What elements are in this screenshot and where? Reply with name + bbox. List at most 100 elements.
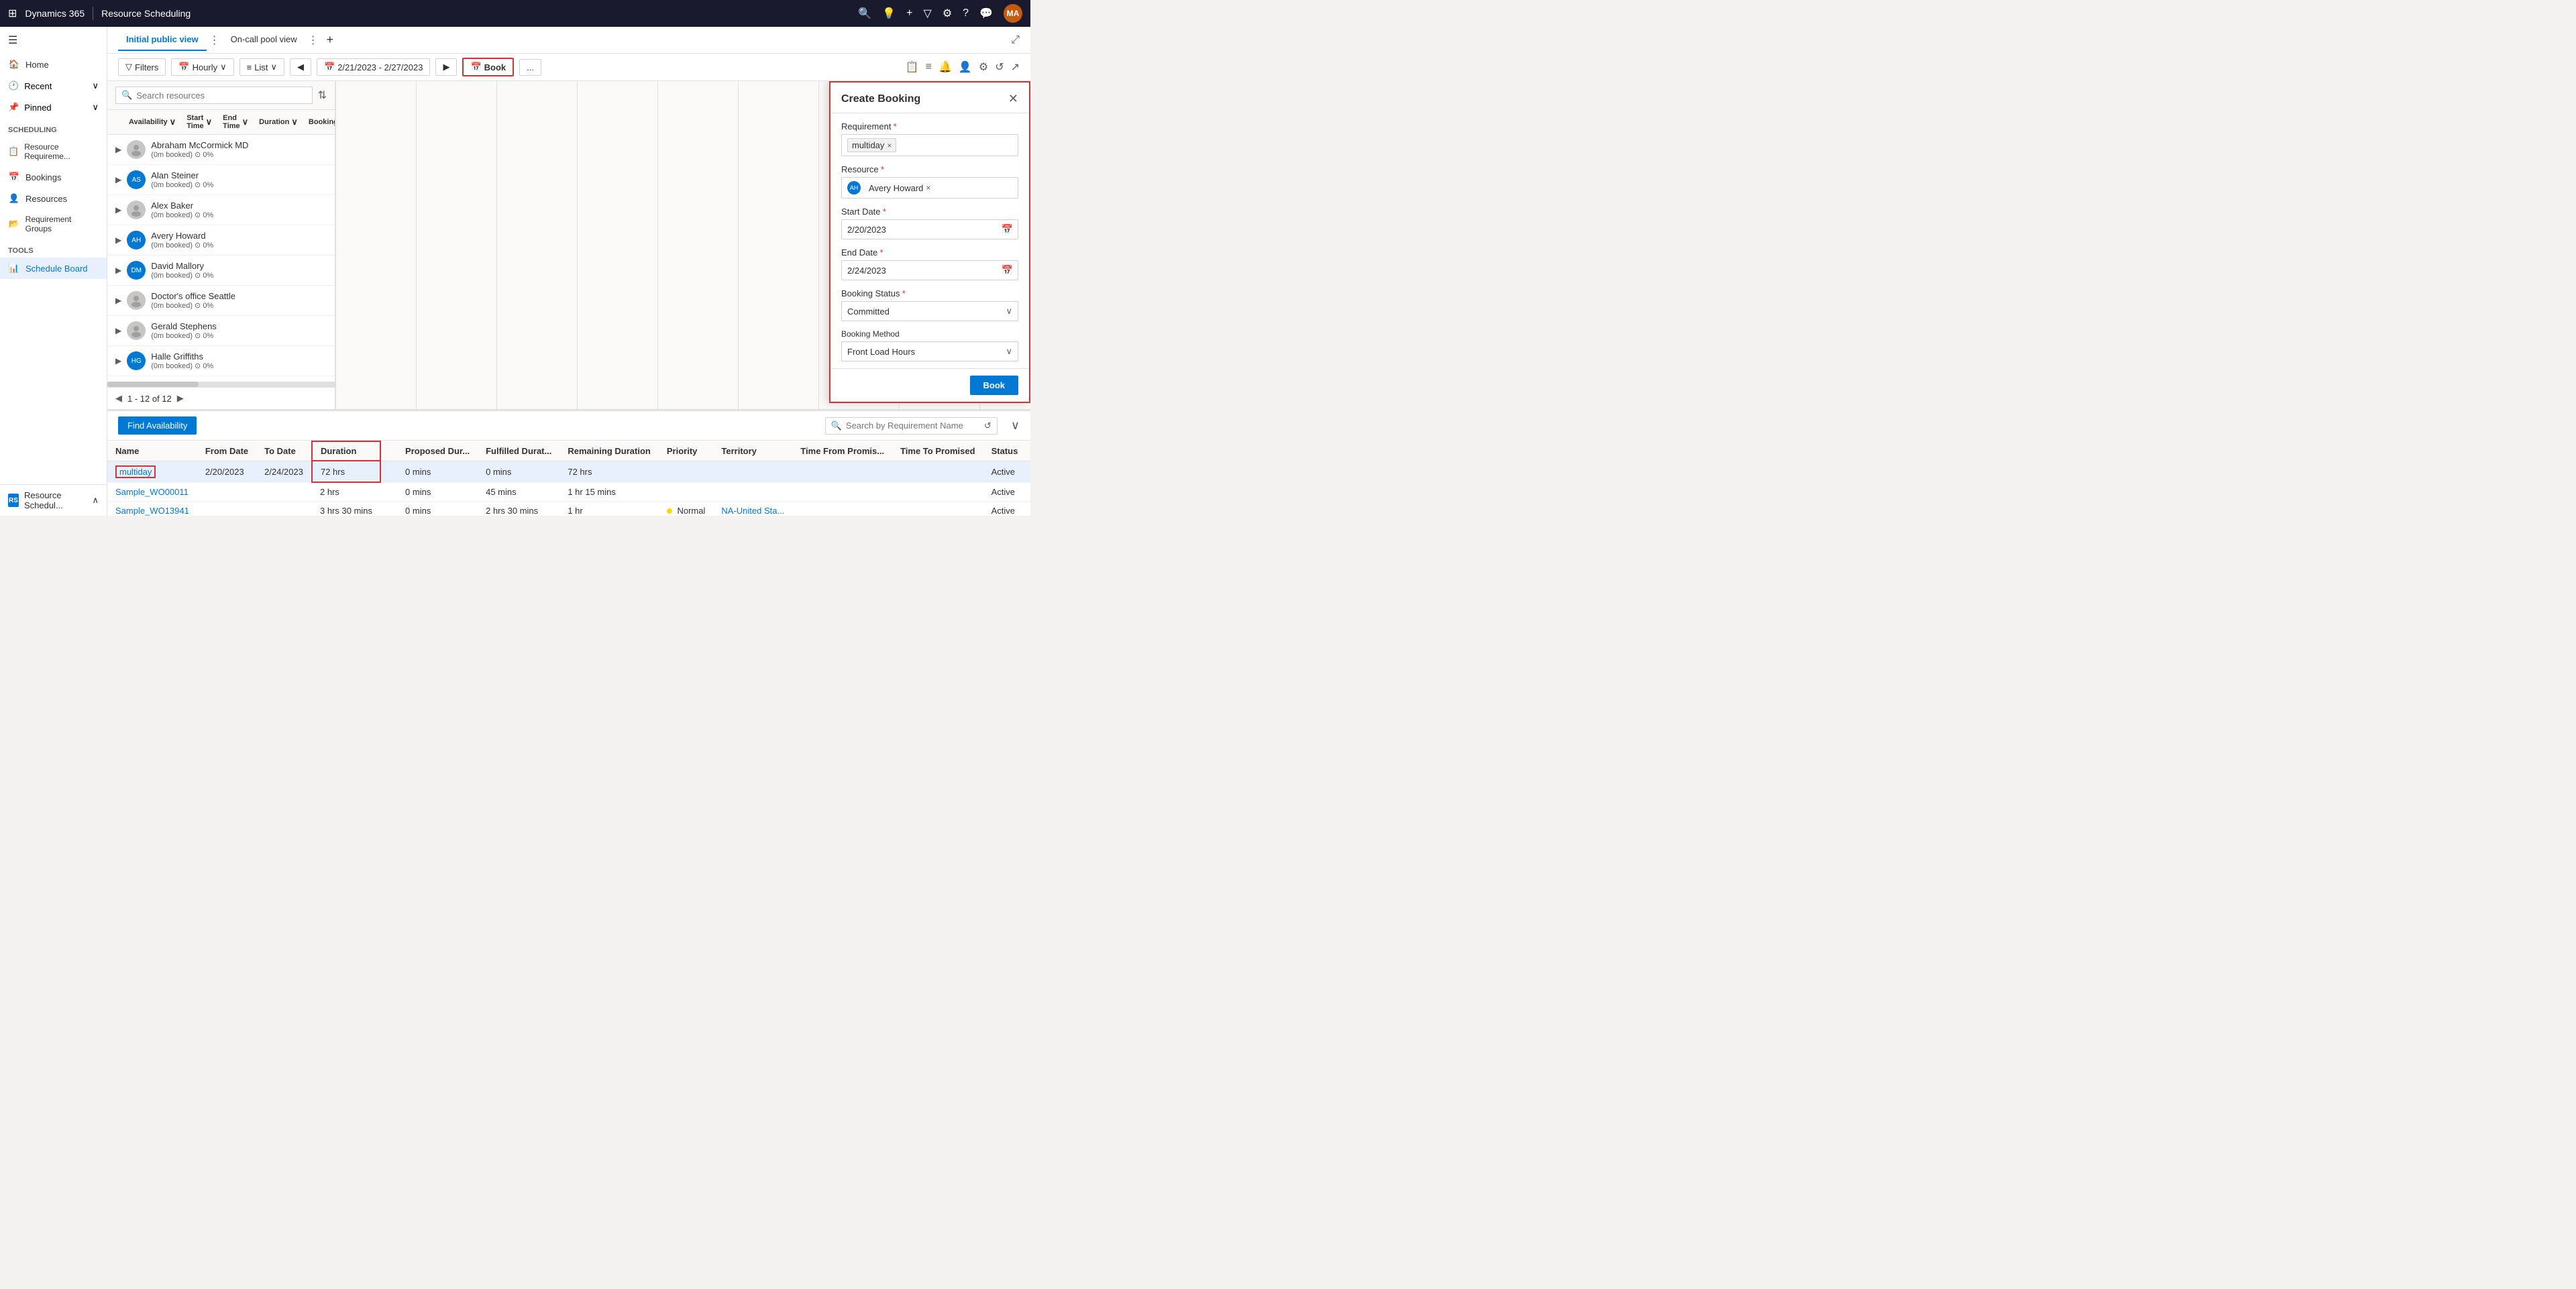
th-priority[interactable]: Priority xyxy=(659,441,714,461)
resource-input[interactable]: AH Avery Howard × xyxy=(841,177,1018,199)
requirement-input[interactable]: multiday × xyxy=(841,134,1018,156)
search-resources-input[interactable] xyxy=(136,91,306,101)
th-from-date[interactable]: From Date xyxy=(197,441,256,461)
requirement-search-input[interactable] xyxy=(846,421,980,431)
horizontal-scrollbar[interactable] xyxy=(107,382,335,387)
resource-row[interactable]: ▶ DM David Mallory (0m booked) ⊙ 0% xyxy=(107,256,335,286)
toolbar-list-icon[interactable]: ≡ xyxy=(926,61,932,73)
expand-icon[interactable]: ▶ xyxy=(115,326,121,335)
toolbar-view-icon[interactable]: 📋 xyxy=(906,60,919,74)
prev-date-button[interactable]: ◀ xyxy=(290,58,311,76)
th-proposed-dur[interactable]: Proposed Dur... xyxy=(397,441,478,461)
th-fulfilled-dur[interactable]: Fulfilled Durat... xyxy=(478,441,559,461)
waffle-icon[interactable]: ⊞ xyxy=(8,7,17,20)
fullscreen-icon[interactable]: ⤢ xyxy=(1011,34,1020,46)
toolbar-user-icon[interactable]: 👤 xyxy=(959,60,972,74)
lightbulb-icon[interactable]: 💡 xyxy=(882,7,896,20)
requirement-link-3[interactable]: Sample_WO13941 xyxy=(115,506,189,516)
col-header-booking[interactable]: Booking ∨ xyxy=(303,114,335,130)
footer-chevron[interactable]: ∧ xyxy=(92,495,99,506)
sidebar-hamburger[interactable]: ☰ xyxy=(0,27,107,54)
panel-close-button[interactable]: ✕ xyxy=(1008,92,1018,106)
booking-method-select[interactable]: Front Load Hours ∨ xyxy=(841,341,1018,361)
add-nav-icon[interactable]: + xyxy=(906,7,912,19)
th-territory[interactable]: Territory xyxy=(713,441,792,461)
book-button[interactable]: 📅 Book xyxy=(462,58,514,76)
resource-row[interactable]: ▶ HG Halle Griffiths (0m booked) ⊙ 0% xyxy=(107,346,335,376)
territory-link-3[interactable]: NA-United Sta... xyxy=(721,506,784,516)
tab-options-icon[interactable]: ⋮ xyxy=(209,34,220,47)
chat-icon[interactable]: 💬 xyxy=(979,7,993,20)
requirement-link-2[interactable]: Sample_WO00011 xyxy=(115,487,189,497)
expand-icon[interactable]: ▶ xyxy=(115,266,121,275)
requirement-link-1[interactable]: multiday xyxy=(115,465,156,478)
next-date-button[interactable]: ▶ xyxy=(435,58,457,76)
search-refresh-icon[interactable]: ↺ xyxy=(984,421,991,431)
toolbar-expand-icon[interactable]: ↗ xyxy=(1011,60,1020,74)
table-row[interactable]: Sample_WO13941 3 hrs 30 mins 0 mins 2 hr… xyxy=(107,502,1030,516)
resource-row[interactable]: ▶ Doctor's office Seattle (0m booked) ⊙ … xyxy=(107,286,335,316)
expand-icon[interactable]: ▶ xyxy=(115,175,121,184)
search-nav-icon[interactable]: 🔍 xyxy=(858,7,871,20)
resource-row[interactable]: ▶ Abraham McCormick MD (0m booked) ⊙ 0% xyxy=(107,135,335,165)
resource-tag-close[interactable]: × xyxy=(926,183,930,192)
sidebar-item-pinned[interactable]: 📌 Pinned ∨ xyxy=(0,97,107,118)
sidebar-item-recent[interactable]: 🕐 Recent ∨ xyxy=(0,75,107,97)
end-date-input[interactable]: 2/24/2023 xyxy=(841,260,1018,280)
date-range-button[interactable]: 📅 2/21/2023 - 2/27/2023 xyxy=(317,58,430,76)
th-created-on[interactable]: Created On xyxy=(1026,441,1030,461)
next-page-button[interactable]: ▶ xyxy=(177,393,184,404)
filters-button[interactable]: ▽ Filters xyxy=(118,58,166,76)
resource-row[interactable]: ▶ AH Avery Howard (0m booked) ⊙ 0% xyxy=(107,225,335,256)
toolbar-notification-icon[interactable]: 🔔 xyxy=(938,60,952,74)
start-date-input[interactable]: 2/20/2023 xyxy=(841,219,1018,239)
sort-icon[interactable]: ⇅ xyxy=(318,89,327,102)
expand-icon[interactable]: ▶ xyxy=(115,235,121,245)
col-header-duration[interactable]: Duration ∨ xyxy=(254,114,303,130)
user-avatar[interactable]: MA xyxy=(1004,4,1022,23)
th-remaining-dur[interactable]: Remaining Duration xyxy=(559,441,659,461)
th-time-to[interactable]: Time To Promised xyxy=(892,441,983,461)
sidebar-item-home[interactable]: 🏠 Home xyxy=(0,54,107,75)
sidebar-item-resources[interactable]: 👤 Resources xyxy=(0,188,107,209)
tab-on-call-options-icon[interactable]: ⋮ xyxy=(308,34,319,47)
requirement-tag-close[interactable]: × xyxy=(887,141,892,150)
find-availability-button[interactable]: Find Availability xyxy=(118,416,197,435)
col-header-availability[interactable]: Availability ∨ xyxy=(123,114,181,130)
tab-on-call-pool-view[interactable]: On-call pool view xyxy=(223,29,305,51)
tab-initial-public-view[interactable]: Initial public view xyxy=(118,29,207,51)
expand-icon[interactable]: ▶ xyxy=(115,145,121,154)
list-button[interactable]: ≡ List ∨ xyxy=(239,58,284,76)
th-name[interactable]: Name xyxy=(107,441,197,461)
toolbar-settings-icon[interactable]: ⚙ xyxy=(979,60,988,74)
filter-nav-icon[interactable]: ▽ xyxy=(924,7,932,20)
expand-icon[interactable]: ▶ xyxy=(115,356,121,366)
expand-icon[interactable]: ▶ xyxy=(115,296,121,305)
col-header-end-time[interactable]: End Time ∨ xyxy=(217,114,254,130)
th-duration[interactable]: Duration xyxy=(312,441,380,461)
th-to-date[interactable]: To Date xyxy=(256,441,312,461)
book-submit-button[interactable]: Book xyxy=(970,376,1019,395)
sidebar-item-schedule-board[interactable]: 📊 Schedule Board xyxy=(0,258,107,279)
table-row[interactable]: Sample_WO00011 2 hrs 0 mins 45 mins 1 hr… xyxy=(107,482,1030,502)
resource-row[interactable]: ▶ AS Alan Steiner (0m booked) ⊙ 0% xyxy=(107,165,335,195)
start-date-calendar-icon[interactable]: 📅 xyxy=(1002,224,1013,235)
help-icon[interactable]: ? xyxy=(963,7,969,19)
add-tab-icon[interactable]: + xyxy=(321,33,339,47)
hourly-button[interactable]: 📅 Hourly ∨ xyxy=(171,58,233,76)
end-date-calendar-icon[interactable]: 📅 xyxy=(1002,265,1013,276)
resource-row[interactable]: ▶ Alex Baker (0m booked) ⊙ 0% xyxy=(107,195,335,225)
resource-row[interactable]: ▶ Jeremy Johnson (0m booked) ⊙ 0% xyxy=(107,376,335,382)
more-options-button[interactable]: ... xyxy=(519,59,541,76)
resource-search-box[interactable]: 🔍 xyxy=(115,87,313,104)
col-header-start-time[interactable]: Start Time ∨ xyxy=(181,114,217,130)
sidebar-item-requirement-groups[interactable]: 📂 Requirement Groups xyxy=(0,209,107,239)
sidebar-item-bookings[interactable]: 📅 Bookings xyxy=(0,166,107,188)
toolbar-refresh-icon[interactable]: ↺ xyxy=(995,60,1004,74)
expand-icon[interactable]: ▶ xyxy=(115,205,121,215)
bottom-panel-collapse[interactable]: ∨ xyxy=(1011,418,1020,433)
booking-status-select[interactable]: Committed ∨ xyxy=(841,301,1018,321)
settings-nav-icon[interactable]: ⚙ xyxy=(943,7,952,20)
table-row[interactable]: multiday 2/20/2023 2/24/2023 72 hrs 0 mi… xyxy=(107,461,1030,482)
resource-row[interactable]: ▶ Gerald Stephens (0m booked) ⊙ 0% xyxy=(107,316,335,346)
